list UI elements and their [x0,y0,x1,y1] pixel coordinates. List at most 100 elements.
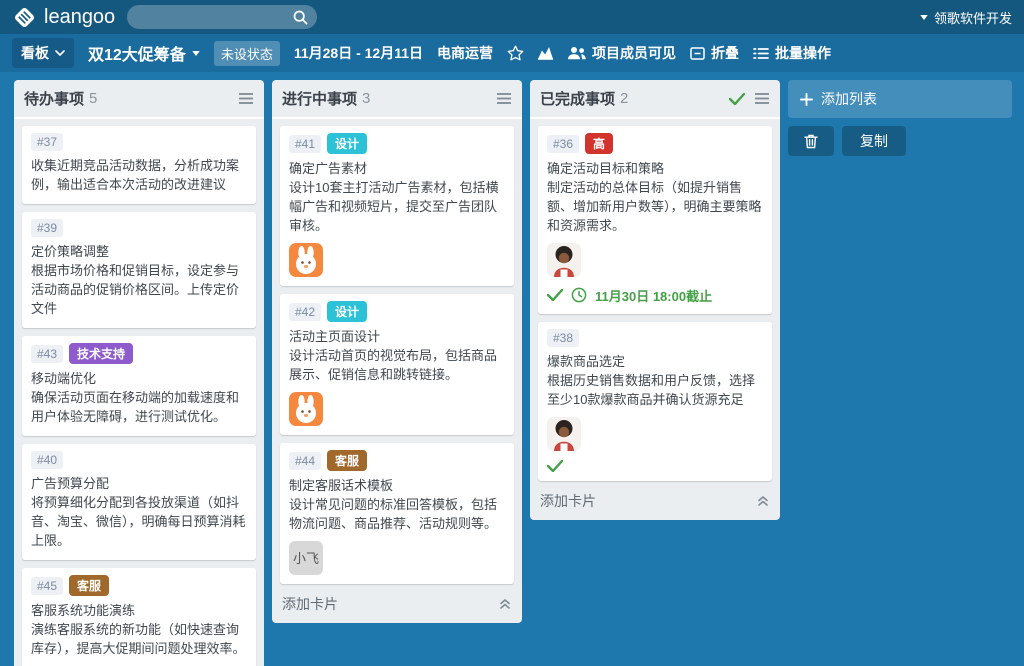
collapse-button[interactable]: 折叠 [690,43,739,63]
card[interactable]: #41 设计 确定广告素材 设计10套主打活动广告素材，包括横幅广告和视频短片，提交… [280,126,514,286]
card-id-badge: #41 [289,135,322,153]
card-tag: 客服 [69,574,110,596]
batch-icon [753,47,769,60]
list-title: 进行中事项 [282,91,358,108]
card-status-row: 11月30日 18:00截止 [547,286,763,305]
card[interactable]: #40 广告预算分配 将预算细化分配到各投放渠道（如抖音、淘宝、微信），明确每日预… [22,443,256,560]
collapse-chevrons-icon[interactable] [756,494,770,507]
board-side-panel: 添加列表 复制 [788,80,1012,156]
members-visible-label: 项目成员可见 [592,45,677,61]
board-canvas: 待办事项 5 #37 收集近期竞品活动数据，分析成功案例，输出适合本次活动的改进建议 #… [0,72,1024,666]
card-tag: 高 [585,133,614,154]
card-text: 收集近期竞品活动数据，分析成功案例，输出适合本次活动的改进建议 [31,158,240,192]
card[interactable]: #45 客服 客服系统功能演练 演练客服系统的新功能（如快速查询库存），提高大促期间… [22,567,256,666]
list-header-icons [496,92,512,105]
card-text: 广告预算分配 将预算细化分配到各投放渠道（如抖音、淘宝、微信），明确每日预算消耗… [31,475,246,548]
card-id-badge: #38 [547,328,580,347]
card-meta: #38 [547,328,763,347]
card-text: 确定活动目标和策略 制定活动的总体目标（如提升销售额、增加新用户数等），明确主要… [547,161,762,233]
clock-icon [571,287,587,303]
member-avatar[interactable]: 小飞 [289,540,323,575]
toolbar-icons [507,45,554,61]
plus-icon [800,92,813,106]
deadline-text: 11月30日 18:00截止 [595,288,713,304]
list: 已完成事项 2 #36 高确定活动目标和策略 制定活动的总体目标（如提升销售额、增加新… [530,80,780,520]
list-header-icons [729,92,770,105]
card-id-badge: #39 [31,218,64,237]
member-avatar[interactable] [289,242,323,277]
workspace-switcher[interactable]: 领歌软件开发 [920,8,1012,27]
global-search[interactable] [127,5,318,29]
list: 进行中事项 3 #41 设计 确定广告素材 设计10套主打活动广告素材，包括横幅广告和视… [272,80,522,623]
card[interactable]: #38 爆款商品选定 根据历史销售数据和用户反馈，选择至少10款爆款商品并确认货源… [538,321,772,481]
batch-operations-button[interactable]: 批量操作 [753,43,831,63]
card[interactable]: #39 定价策略调整 根据市场价格和促销目标，设定参与活动商品的促销价格区间。上传… [22,211,256,328]
card-list: #36 高确定活动目标和策略 制定活动的总体目标（如提升销售额、增加新用户数等），… [530,119,780,482]
list-done-check-icon [729,92,745,105]
card-tag: 设计 [327,133,368,154]
card[interactable]: #43 技术支持移动端优化 确保活动页面在移动端的加载速度和用户体验无障碍，进行测… [22,335,256,436]
member-avatar[interactable] [547,416,581,451]
collapse-label: 折叠 [711,45,740,61]
board-title-menu[interactable]: 双12大促筹备 [88,41,200,65]
card-id-badge: #36 [547,135,580,153]
list-menu-icon[interactable] [496,92,512,105]
copy-list-button[interactable]: 复制 [842,126,906,156]
card-text: 定价策略调整 根据市场价格和促销目标，设定参与活动商品的促销价格区间。上传定价文… [31,243,240,316]
card-list: #41 设计 确定广告素材 设计10套主打活动广告素材，包括横幅广告和视频短片，提交… [272,119,522,585]
card-meta: #42 设计 [289,300,505,322]
card[interactable]: #36 高确定活动目标和策略 制定活动的总体目标（如提升销售额、增加新用户数等），… [538,126,772,314]
collapse-icon [690,46,705,60]
card-meta: #44 客服 [289,449,505,471]
date-range[interactable]: 11月28日 - 12月11日 [294,43,423,63]
collapse-chevrons-icon[interactable] [498,597,512,610]
view-switcher-button[interactable]: 看板 [12,38,74,68]
list-title: 已完成事项 [540,91,616,108]
list-header[interactable]: 待办事项 5 [14,80,264,119]
check-icon [547,459,563,472]
card-text: 活动主页面设计 设计活动首页的视觉布局，包括商品展示、促销信息和跳转链接。 [289,328,498,382]
app-logo[interactable]: leangoo [12,5,115,30]
list-header[interactable]: 已完成事项 2 [530,80,780,119]
card-meta: #43 技术支持 [31,342,247,364]
batch-label: 批量操作 [775,45,832,61]
top-header: leangoo 领歌软件开发 [0,0,1024,34]
member-avatar[interactable] [289,391,323,426]
chart-icon[interactable] [537,46,554,60]
card[interactable]: #37 收集近期竞品活动数据，分析成功案例，输出适合本次活动的改进建议 [22,126,256,204]
trash-icon [804,134,818,149]
card-tag: 技术支持 [69,342,134,364]
card[interactable]: #44 客服 制定客服话术模板 设计常见问题的标准回答模板，包括物流问题、商品推荐、… [280,442,514,584]
card-text: 客服系统功能演练 演练客服系统的新功能（如快速查询库存），提高大促期间问题处理效… [31,602,246,656]
card-text: 移动端优化 确保活动页面在移动端的加载速度和用户体验无障碍，进行测试优化。 [31,370,240,424]
list-count: 3 [362,90,371,107]
card-status-row [547,459,763,472]
card-id-badge: #43 [31,344,64,363]
card-meta: #37 [31,133,247,151]
list-menu-icon[interactable] [754,92,770,105]
search-input[interactable] [136,9,294,25]
card-id-badge: #37 [31,133,64,151]
member-avatar[interactable] [547,242,581,277]
delete-list-button[interactable] [788,126,834,156]
list-title: 待办事项 [24,91,85,108]
list: 待办事项 5 #37 收集近期竞品活动数据，分析成功案例，输出适合本次活动的改进建议 #… [14,80,264,666]
leangoo-logo-icon [15,7,34,27]
list-menu-icon[interactable] [238,92,254,105]
check-icon [547,289,563,302]
list-count: 2 [620,90,629,107]
add-list-button[interactable]: 添加列表 [788,80,1012,118]
board-category[interactable]: 电商运营 [437,43,493,63]
card-id-badge: #42 [289,302,322,321]
card[interactable]: #42 设计活动主页面设计 设计活动首页的视觉布局，包括商品展示、促销信息和跳转链… [280,293,514,435]
star-icon[interactable] [507,45,524,61]
status-badge[interactable]: 未设状态 [213,40,280,66]
add-card-button[interactable]: 添加卡片 [530,482,780,520]
members-visibility-button[interactable]: 项目成员可见 [568,43,676,63]
card-list: #37 收集近期竞品活动数据，分析成功案例，输出适合本次活动的改进建议 #39 定价策… [14,119,264,666]
list-header[interactable]: 进行中事项 3 [272,80,522,119]
search-icon[interactable] [293,10,308,25]
board-title: 双12大促筹备 [88,47,186,64]
card-text: 爆款商品选定 根据历史销售数据和用户反馈，选择至少10款爆款商品并确认货源充足 [547,353,756,407]
add-card-button[interactable]: 添加卡片 [272,585,522,623]
